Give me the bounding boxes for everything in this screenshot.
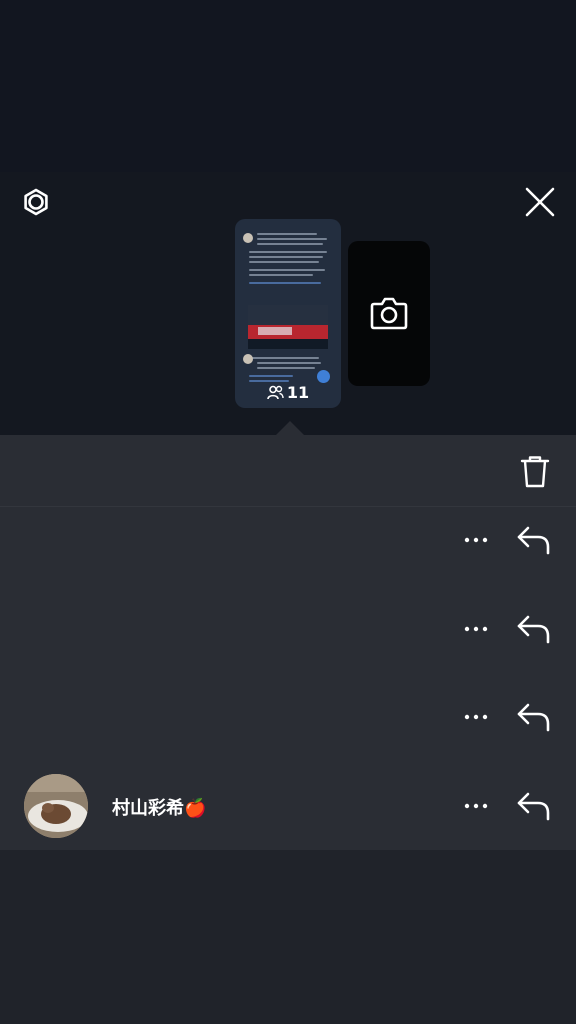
reply-button[interactable] — [514, 609, 554, 649]
more-options-button[interactable] — [460, 524, 492, 556]
reply-button[interactable] — [514, 520, 554, 560]
settings-gear-icon — [24, 188, 48, 216]
top-backdrop — [0, 0, 576, 172]
close-button[interactable] — [518, 180, 562, 224]
add-story-camera-card[interactable] — [348, 241, 430, 386]
people-icon — [267, 385, 284, 400]
viewer-count: 11 — [235, 383, 341, 402]
reply-button[interactable] — [514, 786, 554, 826]
viewer-row[interactable] — [0, 673, 576, 761]
camera-icon — [370, 297, 408, 330]
viewers-panel: 村山彩希🍎 — [0, 435, 576, 850]
story-screenshot-preview — [243, 227, 333, 397]
trash-icon — [520, 456, 550, 488]
delete-story-button[interactable] — [514, 451, 556, 493]
more-dots-icon — [464, 803, 488, 809]
reply-icon — [517, 792, 550, 821]
more-options-button[interactable] — [460, 701, 492, 733]
viewer-row[interactable]: 村山彩希🍎 — [0, 762, 576, 850]
more-dots-icon — [464, 626, 488, 632]
viewer-count-number: 11 — [286, 383, 310, 402]
viewer-row[interactable] — [0, 496, 576, 584]
viewer-row[interactable] — [0, 585, 576, 673]
reply-icon — [517, 526, 550, 555]
viewer-name: 村山彩希🍎 — [112, 798, 207, 819]
more-options-button[interactable] — [460, 613, 492, 645]
close-icon — [525, 187, 555, 217]
reply-icon — [517, 703, 550, 732]
more-dots-icon — [464, 714, 488, 720]
more-dots-icon — [464, 537, 488, 543]
settings-button[interactable] — [14, 180, 58, 224]
reply-button[interactable] — [514, 697, 554, 737]
selection-caret — [276, 421, 304, 435]
more-options-button[interactable] — [460, 790, 492, 822]
story-thumbnail[interactable]: 11 — [235, 219, 341, 408]
avatar[interactable] — [24, 774, 88, 838]
reply-icon — [517, 615, 550, 644]
